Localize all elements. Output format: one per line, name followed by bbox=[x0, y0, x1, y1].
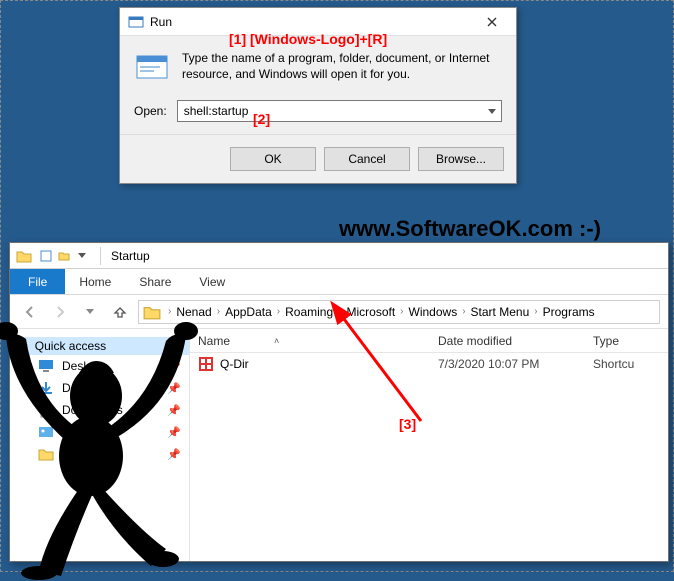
run-app-icon bbox=[134, 50, 170, 86]
col-name[interactable]: Name ˄ bbox=[190, 334, 430, 348]
folder-icon bbox=[38, 446, 54, 462]
watermark-text: www.SoftwareOK.com :-) bbox=[339, 216, 601, 242]
run-titlebar[interactable]: Run bbox=[120, 8, 516, 36]
open-input[interactable] bbox=[178, 104, 483, 118]
sidebar: ★ Quick access Desktop 📌 Downloads 📌 Doc… bbox=[10, 329, 190, 561]
qat-newfolder-icon[interactable] bbox=[56, 248, 72, 264]
star-icon: ★ bbox=[18, 339, 29, 353]
pin-icon: 📌 bbox=[167, 448, 181, 461]
chevron-right-icon: › bbox=[217, 306, 220, 317]
desktop-icon bbox=[38, 358, 54, 374]
col-name-label: Name bbox=[198, 334, 230, 348]
sidebar-item-pictures[interactable]: Pictures 📌 bbox=[10, 421, 189, 443]
tab-share[interactable]: Share bbox=[125, 269, 185, 294]
sidebar-item-folder[interactable]: PARSE 📌 bbox=[10, 443, 189, 465]
chevron-right-icon: › bbox=[400, 306, 403, 317]
pictures-icon bbox=[38, 424, 54, 440]
folder-icon bbox=[16, 248, 32, 264]
explorer-title-text: Startup bbox=[111, 249, 150, 263]
pin-icon: 📌 bbox=[167, 360, 181, 373]
chevron-down-icon[interactable] bbox=[483, 101, 501, 121]
sidebar-item-documents[interactable]: Documents 📌 bbox=[10, 399, 189, 421]
crumb[interactable]: Windows bbox=[409, 305, 458, 319]
quick-access-label: Quick access bbox=[35, 339, 106, 353]
ok-button[interactable]: OK bbox=[230, 147, 316, 171]
quick-access-header[interactable]: ★ Quick access bbox=[10, 337, 189, 355]
close-icon bbox=[487, 17, 497, 27]
sidebar-item-label: Desktop bbox=[62, 359, 106, 373]
sidebar-item-label: Downloads bbox=[62, 381, 121, 395]
nav-recent-icon[interactable] bbox=[78, 300, 102, 324]
pin-icon: 📌 bbox=[167, 404, 181, 417]
chevron-right-icon: › bbox=[168, 306, 171, 317]
open-label: Open: bbox=[134, 104, 167, 118]
crumb[interactable]: Programs bbox=[543, 305, 595, 319]
ribbon: File Home Share View bbox=[10, 269, 668, 295]
downloads-icon bbox=[38, 380, 54, 396]
breadcrumb[interactable]: › Nenad › AppData › Roaming › Microsoft … bbox=[138, 300, 660, 324]
sort-ascending-icon: ˄ bbox=[274, 336, 279, 346]
file-list: Name ˄ Date modified Type Q-Dir bbox=[190, 329, 668, 561]
tab-view[interactable]: View bbox=[185, 269, 239, 294]
close-button[interactable] bbox=[472, 8, 512, 36]
pin-icon: 📌 bbox=[167, 382, 181, 395]
crumb[interactable]: AppData bbox=[225, 305, 272, 319]
crumb[interactable]: Start Menu bbox=[471, 305, 530, 319]
sidebar-item-downloads[interactable]: Downloads 📌 bbox=[10, 377, 189, 399]
col-type[interactable]: Type bbox=[585, 334, 668, 348]
crumb[interactable]: Microsoft bbox=[346, 305, 395, 319]
nav-bar: › Nenad › AppData › Roaming › Microsoft … bbox=[10, 295, 668, 329]
shortcut-icon bbox=[198, 356, 214, 372]
tab-home[interactable]: Home bbox=[65, 269, 125, 294]
pin-icon: 📌 bbox=[167, 426, 181, 439]
run-dialog: Run Type the name of a program, folder, … bbox=[119, 7, 517, 184]
nav-up-icon[interactable] bbox=[108, 300, 132, 324]
quick-access-toolbar bbox=[38, 248, 90, 264]
documents-icon bbox=[38, 402, 54, 418]
chevron-right-icon: › bbox=[462, 306, 465, 317]
run-title-text: Run bbox=[150, 15, 172, 29]
list-item[interactable]: Q-Dir 7/3/2020 10:07 PM Shortcu bbox=[190, 353, 668, 375]
chevron-right-icon: › bbox=[534, 306, 537, 317]
sidebar-item-label: PARSE bbox=[62, 447, 102, 461]
open-combobox[interactable] bbox=[177, 100, 502, 122]
browse-button[interactable]: Browse... bbox=[418, 147, 504, 171]
sidebar-item-label: Pictures bbox=[62, 425, 105, 439]
crumb[interactable]: Nenad bbox=[176, 305, 211, 319]
file-name: Q-Dir bbox=[220, 357, 249, 371]
chevron-down-icon[interactable] bbox=[74, 248, 90, 264]
nav-back-icon[interactable] bbox=[18, 300, 42, 324]
chevron-right-icon: › bbox=[338, 306, 341, 317]
sidebar-item-desktop[interactable]: Desktop 📌 bbox=[10, 355, 189, 377]
col-date[interactable]: Date modified bbox=[430, 334, 585, 348]
cancel-button[interactable]: Cancel bbox=[324, 147, 410, 171]
explorer-titlebar[interactable]: Startup bbox=[10, 243, 668, 269]
crumb[interactable]: Roaming bbox=[285, 305, 333, 319]
run-icon bbox=[128, 14, 144, 30]
explorer-window: Startup File Home Share View › Nenad › A… bbox=[9, 242, 669, 562]
run-message: Type the name of a program, folder, docu… bbox=[182, 50, 502, 86]
file-date: 7/3/2020 10:07 PM bbox=[430, 357, 585, 371]
divider bbox=[100, 247, 101, 265]
file-type: Shortcu bbox=[585, 357, 668, 371]
tab-file[interactable]: File bbox=[10, 269, 65, 294]
qat-properties-icon[interactable] bbox=[38, 248, 54, 264]
chevron-right-icon: › bbox=[277, 306, 280, 317]
folder-icon bbox=[143, 303, 161, 321]
nav-forward-icon[interactable] bbox=[48, 300, 72, 324]
column-headers: Name ˄ Date modified Type bbox=[190, 329, 668, 353]
sidebar-item-label: Documents bbox=[62, 403, 123, 417]
